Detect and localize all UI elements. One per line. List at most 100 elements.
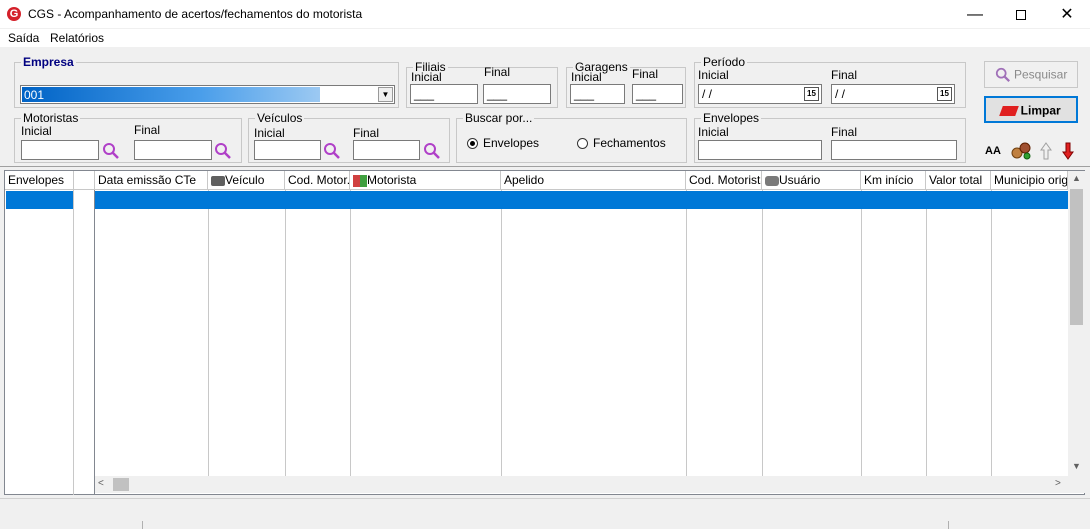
scroll-left-icon[interactable]: < [98, 478, 104, 489]
veiculos-inicial-label: Inicial [254, 126, 285, 140]
periodo-inicial-input[interactable]: / / 15 [698, 84, 822, 104]
user-icon [765, 175, 779, 186]
motoristas-inicial-input[interactable] [21, 140, 99, 160]
menu-bar: Saída Relatórios [0, 29, 1090, 47]
periodo-final-label: Final [831, 68, 858, 82]
grid-divider [94, 190, 95, 495]
empresa-legend: Empresa [23, 55, 74, 69]
motoristas-inicial-label: Inicial [21, 124, 52, 138]
column-divider [686, 190, 687, 476]
app-logo-icon: G [7, 7, 21, 21]
radio-fechamentos-label[interactable]: Fechamentos [593, 136, 666, 150]
vertical-scrollbar[interactable]: ▲ ▼ [1068, 171, 1085, 476]
veiculos-legend: Veículos [257, 111, 303, 125]
motoristas-legend: Motoristas [23, 111, 79, 125]
search-icon[interactable] [423, 142, 441, 160]
search-icon[interactable] [214, 142, 232, 160]
minimize-button[interactable]: — [952, 0, 998, 29]
envelopes-inicial-input[interactable] [698, 140, 822, 160]
calendar-icon[interactable]: 15 [937, 87, 952, 101]
col-header-motorista[interactable]: Motorista [350, 171, 501, 190]
horizontal-scrollbar[interactable]: < > [95, 476, 1085, 493]
periodo-final-input[interactable]: / / 15 [831, 84, 955, 104]
people-icon [353, 174, 367, 187]
close-button[interactable]: ✕ [1044, 0, 1090, 29]
maximize-button[interactable] [998, 0, 1044, 29]
col-header-cod-motor[interactable]: Cod. Motor... [285, 171, 350, 190]
printer-icon [211, 175, 225, 186]
title-bar: G CGS - Acompanhamento de acertos/fecham… [0, 0, 1090, 29]
maximize-icon [1016, 9, 1026, 20]
limpar-button[interactable]: Limpar [984, 96, 1078, 123]
status-bar [0, 498, 1090, 529]
buscar-legend: Buscar por... [465, 111, 533, 125]
results-area: Envelopes Data emissão CTe Veículo Cod. … [4, 170, 1085, 495]
search-icon[interactable] [323, 142, 341, 160]
col-header-veiculo[interactable]: Veículo [208, 171, 285, 190]
column-divider [285, 190, 286, 476]
envelopes-column-header[interactable]: Envelopes [5, 171, 74, 190]
envelopes-final-label: Final [831, 125, 858, 139]
col-header-municipio-origem[interactable]: Municipio origem [991, 171, 1068, 190]
empty-column-header [74, 171, 95, 190]
col-header-apelido[interactable]: Apelido [501, 171, 686, 190]
search-icon [995, 67, 1010, 82]
filiais-final-label: Final [484, 65, 511, 79]
col-header-cod-motorista[interactable]: Cod. Motorista [686, 171, 762, 190]
column-divider [762, 190, 763, 476]
pesquisar-button[interactable]: Pesquisar [984, 61, 1078, 88]
empresa-select[interactable]: 001 ▼ [20, 85, 395, 104]
gears-icon[interactable] [1010, 141, 1032, 161]
column-divider [991, 190, 992, 476]
garagens-final-input[interactable]: ___ [632, 84, 683, 104]
envelopes-selected-row[interactable] [6, 191, 73, 209]
veiculos-final-input[interactable] [353, 140, 420, 160]
column-divider [861, 190, 862, 476]
scroll-right-icon[interactable]: > [1055, 478, 1061, 489]
col-header-valor-total[interactable]: Valor total [926, 171, 991, 190]
window-title: CGS - Acompanhamento de acertos/fechamen… [28, 7, 363, 21]
radio-envelopes[interactable] [467, 138, 478, 149]
radio-envelopes-label[interactable]: Envelopes [483, 136, 539, 150]
motoristas-final-label: Final [134, 123, 161, 137]
veiculos-final-label: Final [353, 126, 380, 140]
column-divider [350, 190, 351, 476]
separator [0, 166, 1090, 167]
envelopes-inicial-label: Inicial [698, 125, 729, 139]
menu-saida[interactable]: Saída [8, 31, 39, 45]
grid-selected-row[interactable] [95, 191, 1068, 209]
scroll-up-icon[interactable]: ▲ [1068, 173, 1085, 183]
column-divider [926, 190, 927, 476]
motoristas-final-input[interactable] [134, 140, 212, 160]
empresa-value: 001 [24, 88, 45, 102]
periodo-legend: Período [703, 55, 746, 69]
filiais-final-input[interactable]: ___ [483, 84, 551, 104]
column-divider [501, 190, 502, 476]
eraser-icon [999, 105, 1020, 116]
font-size-icon[interactable]: AA [985, 145, 1001, 157]
filiais-inicial-input[interactable]: ___ [410, 84, 478, 104]
garagens-inicial-label: Inicial [571, 70, 602, 84]
horizontal-scroll-thumb[interactable] [113, 478, 129, 491]
col-header-data-emissao[interactable]: Data emissão CTe [95, 171, 208, 190]
column-divider [208, 190, 209, 476]
col-header-km-inicio[interactable]: Km início [861, 171, 926, 190]
arrow-up-icon[interactable] [1040, 142, 1052, 160]
garagens-final-label: Final [632, 67, 659, 81]
periodo-inicial-label: Inicial [698, 68, 729, 82]
column-divider [73, 190, 74, 495]
empresa-selection [22, 87, 320, 102]
scroll-down-icon[interactable]: ▼ [1068, 461, 1085, 471]
dropdown-arrow-icon[interactable]: ▼ [378, 87, 393, 102]
calendar-icon[interactable]: 15 [804, 87, 819, 101]
vertical-scroll-thumb[interactable] [1070, 189, 1083, 325]
arrow-down-icon[interactable] [1062, 142, 1074, 160]
veiculos-inicial-input[interactable] [254, 140, 321, 160]
garagens-inicial-input[interactable]: ___ [570, 84, 625, 104]
search-icon[interactable] [102, 142, 120, 160]
filiais-inicial-label: Inicial [411, 70, 442, 84]
envelopes-final-input[interactable] [831, 140, 957, 160]
col-header-usuario[interactable]: Usuário [762, 171, 861, 190]
menu-relatorios[interactable]: Relatórios [50, 31, 104, 45]
radio-fechamentos[interactable] [577, 138, 588, 149]
